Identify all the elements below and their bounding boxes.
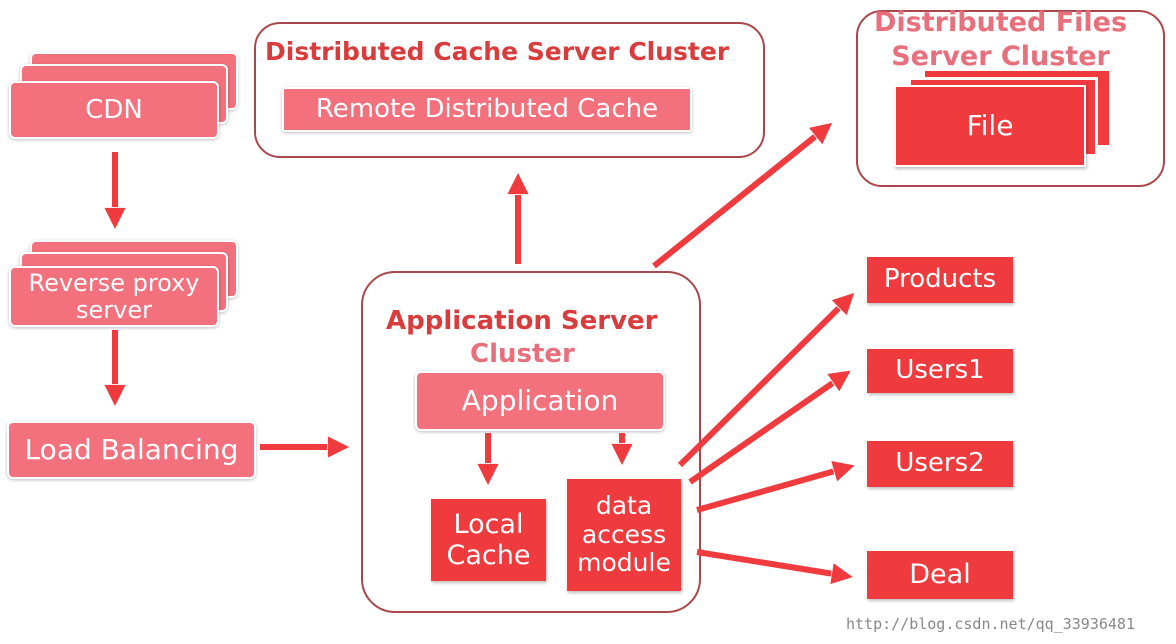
arrows-layer bbox=[0, 0, 1176, 644]
arrow-dam-to-users2 bbox=[696, 469, 842, 513]
arrow-dam-to-deal bbox=[696, 549, 840, 575]
watermark: http://blog.csdn.net/qq_33936481 bbox=[846, 615, 1135, 633]
arrow-dam-to-products bbox=[677, 302, 845, 468]
architecture-diagram: Distributed Cache Server Cluster Remote … bbox=[0, 0, 1176, 644]
arrow-app-to-files bbox=[652, 131, 822, 269]
